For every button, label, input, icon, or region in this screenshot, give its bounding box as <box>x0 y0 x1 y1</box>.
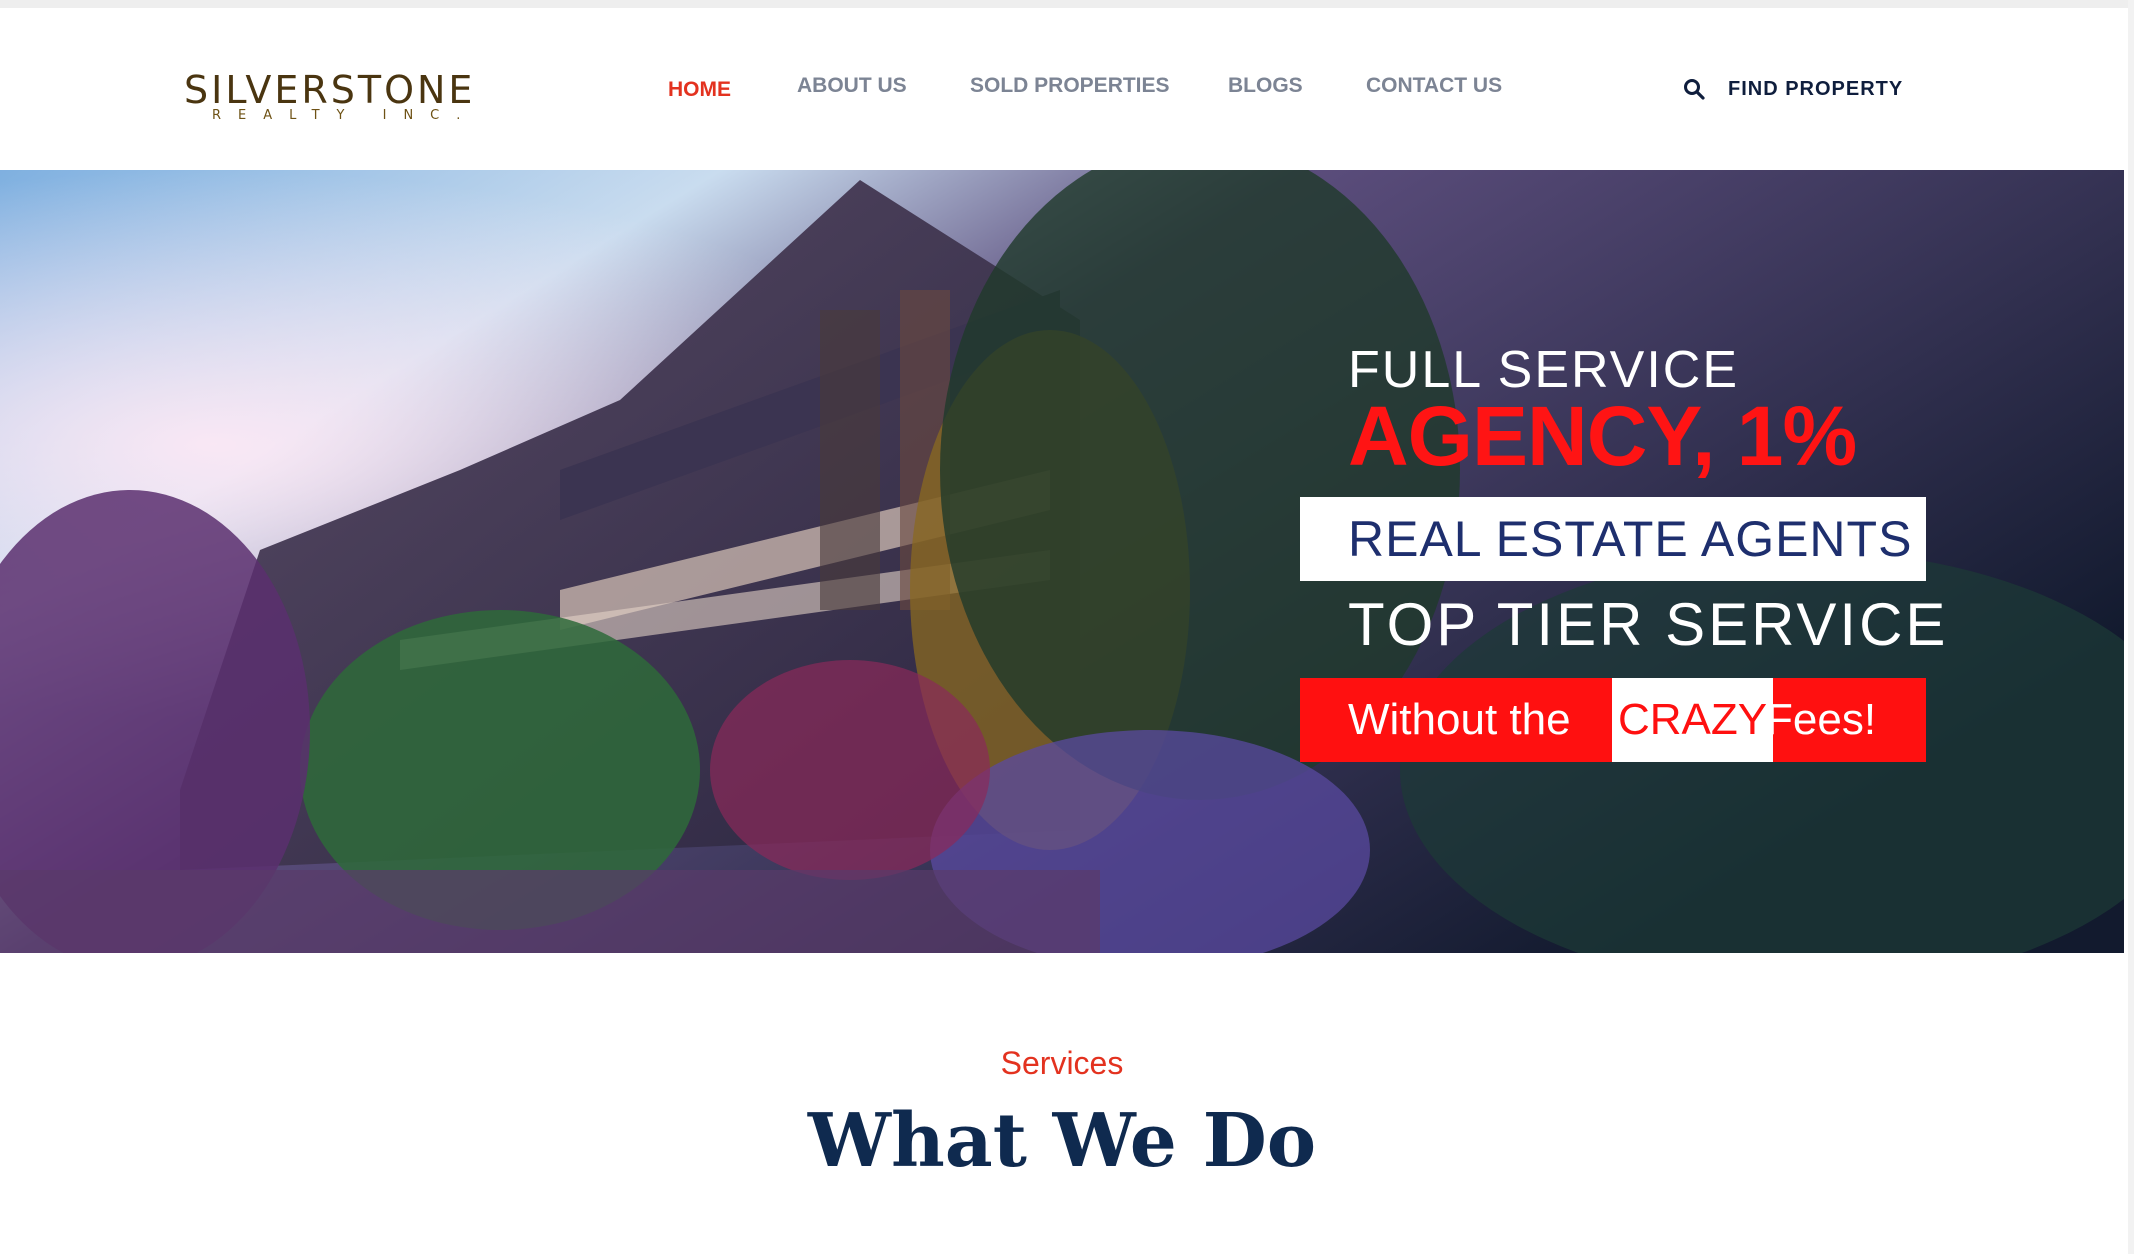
silverstone-logo[interactable]: SILVERSTONE REALTY INC. <box>184 68 504 128</box>
hero-line-top-tier: TOP TIER SERVICE <box>1348 591 1949 658</box>
logo-name: SILVERSTONE <box>184 68 476 112</box>
scrollbar[interactable] <box>2128 0 2134 1254</box>
search-icon[interactable] <box>1683 78 1705 100</box>
nav-item-about-us[interactable]: ABOUT US <box>797 72 907 100</box>
nav-item-contact-us[interactable]: CONTACT US <box>1366 72 1502 100</box>
hero-copy: FULL SERVICE AGENCY, 1% REAL ESTATE AGEN… <box>1300 170 1950 953</box>
logo-subtitle: REALTY INC. <box>212 108 478 123</box>
nav-item-home[interactable]: HOME <box>668 76 731 104</box>
nav-item-sold-properties[interactable]: SOLD PROPERTIES <box>970 72 1170 100</box>
services-title: What We Do <box>807 1098 1317 1184</box>
hero-banner: FULL SERVICE AGENCY, 1% REAL ESTATE AGEN… <box>0 170 2124 953</box>
nav-item-blogs[interactable]: BLOGS <box>1228 72 1303 100</box>
hero-fees-crazy: CRAZY <box>1612 678 1774 762</box>
services-label: Services <box>1000 1045 1124 1081</box>
hero-fees-part3: Fees! <box>1766 695 1877 744</box>
hero-fees-box: Without the CRAZY Fees! <box>1300 678 1926 762</box>
top-strip <box>0 0 2134 8</box>
hero-fees-part1: Without the <box>1348 695 1571 744</box>
hero-line-real-estate-agents: REAL ESTATE AGENTS <box>1348 511 1913 567</box>
find-property-link[interactable]: FIND PROPERTY <box>1728 76 1903 102</box>
hero-agents-box: REAL ESTATE AGENTS <box>1300 497 1926 581</box>
hero-line-agency: AGENCY, 1% <box>1348 389 1857 483</box>
